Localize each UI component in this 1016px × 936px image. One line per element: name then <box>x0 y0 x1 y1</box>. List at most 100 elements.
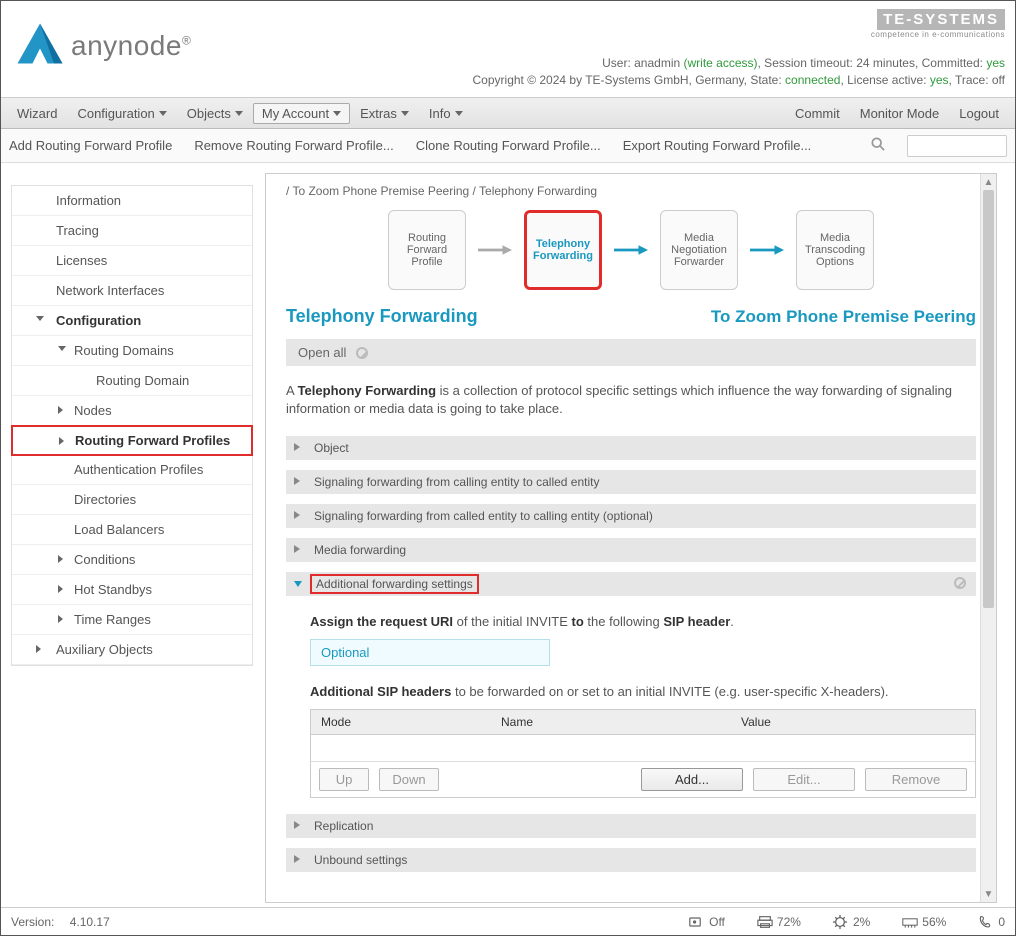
expand-right-icon <box>294 443 300 451</box>
breadcrumb: / To Zoom Phone Premise Peering / Teleph… <box>286 184 976 198</box>
version-value: 4.10.17 <box>70 915 110 929</box>
record-icon <box>689 915 705 929</box>
down-button[interactable]: Down <box>379 768 439 791</box>
brand-name: anynode® <box>71 30 191 62</box>
sip-header-select[interactable]: Optional <box>310 639 550 666</box>
status-record[interactable]: Off <box>689 915 725 929</box>
flow-media-negotiation-forwarder[interactable]: Media Negotiation Forwarder <box>660 210 738 290</box>
sidebar-item-load-balancers[interactable]: Load Balancers <box>12 515 252 545</box>
section-signaling-calling-to-called[interactable]: Signaling forwarding from calling entity… <box>286 470 976 494</box>
add-button[interactable]: Add... <box>641 768 743 791</box>
section-unbound-settings[interactable]: Unbound settings <box>286 848 976 872</box>
cpu-icon <box>833 915 849 929</box>
flow-telephony-forwarding[interactable]: Telephony Forwarding <box>524 210 602 290</box>
section-additional-forwarding-settings[interactable]: Additional forwarding settings <box>286 572 976 596</box>
chevron-down-icon <box>455 111 463 116</box>
search-input[interactable] <box>907 135 1007 157</box>
status-printer[interactable]: 72% <box>757 915 801 929</box>
sidebar-item-licenses[interactable]: Licenses <box>12 246 252 276</box>
toolbar-remove-profile[interactable]: Remove Routing Forward Profile... <box>194 138 393 153</box>
brand-logo <box>15 21 65 71</box>
chevron-down-icon <box>235 111 243 116</box>
sidebar-item-auth-profiles[interactable]: Authentication Profiles <box>12 455 252 485</box>
expand-icon <box>36 645 41 653</box>
remove-button[interactable]: Remove <box>865 768 967 791</box>
section-object[interactable]: Object <box>286 436 976 460</box>
expand-icon <box>58 555 63 563</box>
breadcrumb-link-2[interactable]: Telephony Forwarding <box>479 184 597 198</box>
menu-my-account[interactable]: My Account <box>253 103 350 124</box>
search-icon[interactable] <box>871 137 885 155</box>
chevron-down-icon <box>333 111 341 116</box>
flow-routing-forward-profile[interactable]: Routing Forward Profile <box>388 210 466 290</box>
up-button[interactable]: Up <box>319 768 369 791</box>
column-value[interactable]: Value <box>731 710 975 734</box>
menu-wizard[interactable]: Wizard <box>7 103 67 124</box>
expand-icon <box>58 585 63 593</box>
section-signaling-called-to-calling[interactable]: Signaling forwarding from called entity … <box>286 504 976 528</box>
edit-button[interactable]: Edit... <box>753 768 855 791</box>
expand-right-icon <box>294 477 300 485</box>
printer-icon <box>757 915 773 929</box>
arrow-icon <box>478 241 512 259</box>
menu-logout[interactable]: Logout <box>949 103 1009 124</box>
cancel-icon[interactable] <box>954 577 966 589</box>
sidebar-item-information[interactable]: Information <box>12 186 252 216</box>
menu-info[interactable]: Info <box>419 103 473 124</box>
sidebar-item-nodes[interactable]: Nodes <box>12 396 252 426</box>
arrow-icon <box>614 241 648 259</box>
sip-headers-table: Mode Name Value Up Down Add... Edit... R… <box>310 709 976 798</box>
menu-commit[interactable]: Commit <box>785 103 850 124</box>
scrollbar[interactable]: ▲ ▼ <box>980 174 996 902</box>
status-cpu[interactable]: 2% <box>833 915 870 929</box>
column-name[interactable]: Name <box>491 710 731 734</box>
open-all-button[interactable]: Open all <box>286 339 976 366</box>
breadcrumb-link-1[interactable]: To Zoom Phone Premise Peering <box>292 184 469 198</box>
expand-right-icon <box>294 855 300 863</box>
toolbar-clone-profile[interactable]: Clone Routing Forward Profile... <box>416 138 601 153</box>
expand-right-icon <box>294 821 300 829</box>
expand-icon <box>36 316 44 321</box>
expand-icon <box>58 406 63 414</box>
sidebar-item-conditions[interactable]: Conditions <box>12 545 252 575</box>
toolbar-export-profile[interactable]: Export Routing Forward Profile... <box>623 138 812 153</box>
sidebar-item-routing-domains[interactable]: Routing Domains <box>12 336 252 366</box>
description-text: A Telephony Forwarding is a collection o… <box>286 382 976 418</box>
column-mode[interactable]: Mode <box>311 710 491 734</box>
sidebar-item-routing-domain[interactable]: Routing Domain <box>12 366 252 396</box>
menu-extras[interactable]: Extras <box>350 103 419 124</box>
section-media-forwarding[interactable]: Media forwarding <box>286 538 976 562</box>
company-badge: TE-SYSTEMS <box>877 9 1005 30</box>
expand-right-icon <box>294 511 300 519</box>
sidebar-item-time-ranges[interactable]: Time Ranges <box>12 605 252 635</box>
menu-objects[interactable]: Objects <box>177 103 253 124</box>
expand-down-icon <box>294 581 302 587</box>
menu-monitor-mode[interactable]: Monitor Mode <box>850 103 949 124</box>
memory-icon <box>902 915 918 929</box>
status-calls[interactable]: 0 <box>978 915 1005 929</box>
sidebar-item-tracing[interactable]: Tracing <box>12 216 252 246</box>
flow-media-transcoding-options[interactable]: Media Transcoding Options <box>796 210 874 290</box>
table-empty-row <box>311 735 975 761</box>
sidebar-item-configuration[interactable]: Configuration <box>12 306 252 336</box>
version-label: Version: <box>11 915 54 929</box>
session-status: User: anadmin (write access), Session ti… <box>473 55 1005 89</box>
menu-configuration[interactable]: Configuration <box>67 103 176 124</box>
chevron-down-icon <box>159 111 167 116</box>
scroll-up-icon[interactable]: ▲ <box>981 174 996 190</box>
sidebar-item-network-interfaces[interactable]: Network Interfaces <box>12 276 252 306</box>
sidebar-item-auxiliary-objects[interactable]: Auxiliary Objects <box>12 635 252 665</box>
expand-right-icon <box>294 545 300 553</box>
scroll-down-icon[interactable]: ▼ <box>981 886 996 902</box>
expand-icon <box>59 437 64 445</box>
sidebar-item-hot-standbys[interactable]: Hot Standbys <box>12 575 252 605</box>
sidebar-item-routing-forward-profiles[interactable]: Routing Forward Profiles <box>11 425 253 456</box>
company-tagline: competence in e-communications <box>871 30 1005 39</box>
toolbar-add-profile[interactable]: Add Routing Forward Profile <box>9 138 172 153</box>
expand-icon <box>58 346 66 351</box>
sidebar-item-directories[interactable]: Directories <box>12 485 252 515</box>
section-replication[interactable]: Replication <box>286 814 976 838</box>
chevron-down-icon <box>401 111 409 116</box>
status-memory[interactable]: 56% <box>902 915 946 929</box>
arrow-icon <box>750 241 784 259</box>
